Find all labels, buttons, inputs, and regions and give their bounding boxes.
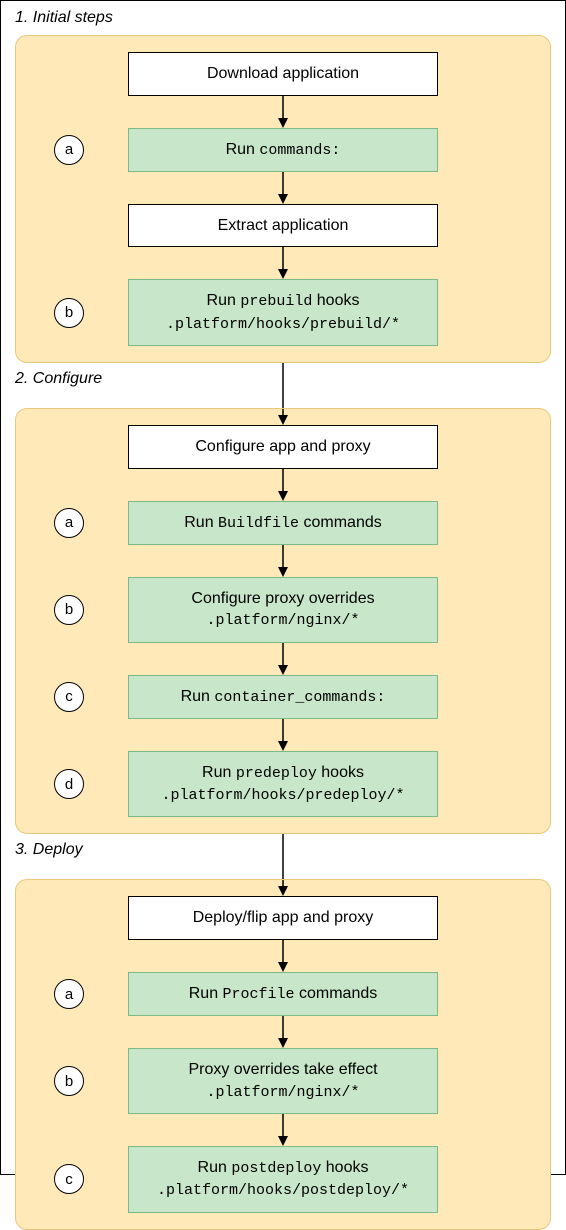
step-text: Run xyxy=(184,514,218,531)
step-row: a Run Buildfile commands xyxy=(24,501,542,545)
step-text: Run xyxy=(181,688,215,705)
step-text: Run xyxy=(202,764,236,781)
step-row: a Run Procfile commands xyxy=(24,972,542,1016)
arrow-icon xyxy=(24,409,542,425)
step-row: b Proxy overrides take effect .platform/… xyxy=(24,1048,542,1114)
arrow-icon xyxy=(24,880,542,896)
arrow-icon xyxy=(24,96,542,128)
step-path: .platform/nginx/* xyxy=(206,612,359,629)
step-box: Run Buildfile commands xyxy=(128,501,438,545)
step-text: commands xyxy=(299,514,382,531)
step-text: hooks xyxy=(321,1159,368,1176)
step-path: .platform/nginx/* xyxy=(206,1084,359,1101)
step-path: .platform/hooks/predeploy/* xyxy=(161,787,404,804)
step-badge: b xyxy=(54,595,84,625)
step-mono: predeploy xyxy=(236,765,317,782)
step-mono: Procfile xyxy=(223,986,295,1003)
step-badge: a xyxy=(54,979,84,1009)
step-mono: prebuild xyxy=(240,293,312,310)
step-badge: c xyxy=(54,1164,84,1194)
step-text: Run xyxy=(198,1159,232,1176)
step-box: Proxy overrides take effect .platform/ng… xyxy=(128,1048,438,1114)
step-box: Run prebuild hooks .platform/hooks/prebu… xyxy=(128,279,438,346)
step-row: a Run commands: xyxy=(24,128,542,172)
step-badge: b xyxy=(54,1066,84,1096)
step-badge: c xyxy=(54,682,84,712)
step-row: b Run prebuild hooks .platform/hooks/pre… xyxy=(24,279,542,346)
step-box: Run commands: xyxy=(128,128,438,172)
step-text: hooks xyxy=(317,764,364,781)
arrow-icon xyxy=(24,469,542,501)
step-box: Configure app and proxy xyxy=(128,425,438,469)
step-box: Run Procfile commands xyxy=(128,972,438,1016)
arrow-icon xyxy=(24,643,542,675)
step-text: commands xyxy=(295,985,378,1002)
step-path: .platform/hooks/prebuild/* xyxy=(166,316,400,333)
step-box: Deploy/flip app and proxy xyxy=(128,896,438,940)
step-text: Proxy overrides take effect xyxy=(188,1061,377,1078)
step-row: Configure app and proxy xyxy=(24,425,542,469)
section-configure: Configure app and proxy a Run Buildfile … xyxy=(15,408,551,834)
step-text: Configure app and proxy xyxy=(195,438,370,455)
step-text: Extract application xyxy=(218,217,349,234)
step-text: Run xyxy=(207,292,241,309)
step-box: Configure proxy overrides .platform/ngin… xyxy=(128,577,438,643)
arrow-icon xyxy=(24,719,542,751)
arrow-icon xyxy=(24,1114,542,1146)
step-mono: container_commands: xyxy=(214,689,385,706)
step-badge: b xyxy=(54,298,84,328)
step-path: .platform/hooks/postdeploy/* xyxy=(157,1182,409,1199)
step-row: c Run container_commands: xyxy=(24,675,542,719)
step-text: Run xyxy=(189,985,223,1002)
step-text: Deploy/flip app and proxy xyxy=(193,909,374,926)
step-badge: a xyxy=(54,135,84,165)
step-box: Run postdeploy hooks .platform/hooks/pos… xyxy=(128,1146,438,1213)
step-text: Download application xyxy=(207,65,359,82)
section-deploy: Deploy/flip app and proxy a Run Procfile… xyxy=(15,879,551,1229)
arrow-icon xyxy=(24,1016,542,1048)
arrow-icon xyxy=(24,172,542,204)
step-box: Run container_commands: xyxy=(128,675,438,719)
step-text: Run xyxy=(226,141,260,158)
step-badge: a xyxy=(54,508,84,538)
step-row: Extract application xyxy=(24,204,542,248)
arrow-icon xyxy=(24,545,542,577)
step-box: Extract application xyxy=(128,204,438,248)
section-initial: Download application a Run commands: Ext… xyxy=(15,35,551,363)
step-row: Deploy/flip app and proxy xyxy=(24,896,542,940)
step-row: d Run predeploy hooks .platform/hooks/pr… xyxy=(24,751,542,818)
step-mono: Buildfile xyxy=(218,515,299,532)
step-row: c Run postdeploy hooks .platform/hooks/p… xyxy=(24,1146,542,1213)
step-text: hooks xyxy=(312,292,359,309)
step-box: Run predeploy hooks .platform/hooks/pred… xyxy=(128,751,438,818)
arrow-icon xyxy=(24,247,542,279)
step-text: Configure proxy overrides xyxy=(191,590,374,607)
step-row: Download application xyxy=(24,52,542,96)
section-title-initial: 1. Initial steps xyxy=(1,1,565,31)
step-mono: commands: xyxy=(259,142,340,159)
step-badge: d xyxy=(54,769,84,799)
diagram-container: 1. Initial steps Download application a … xyxy=(0,0,566,1175)
step-row: b Configure proxy overrides .platform/ng… xyxy=(24,577,542,643)
arrow-icon xyxy=(24,940,542,972)
step-box: Download application xyxy=(128,52,438,96)
